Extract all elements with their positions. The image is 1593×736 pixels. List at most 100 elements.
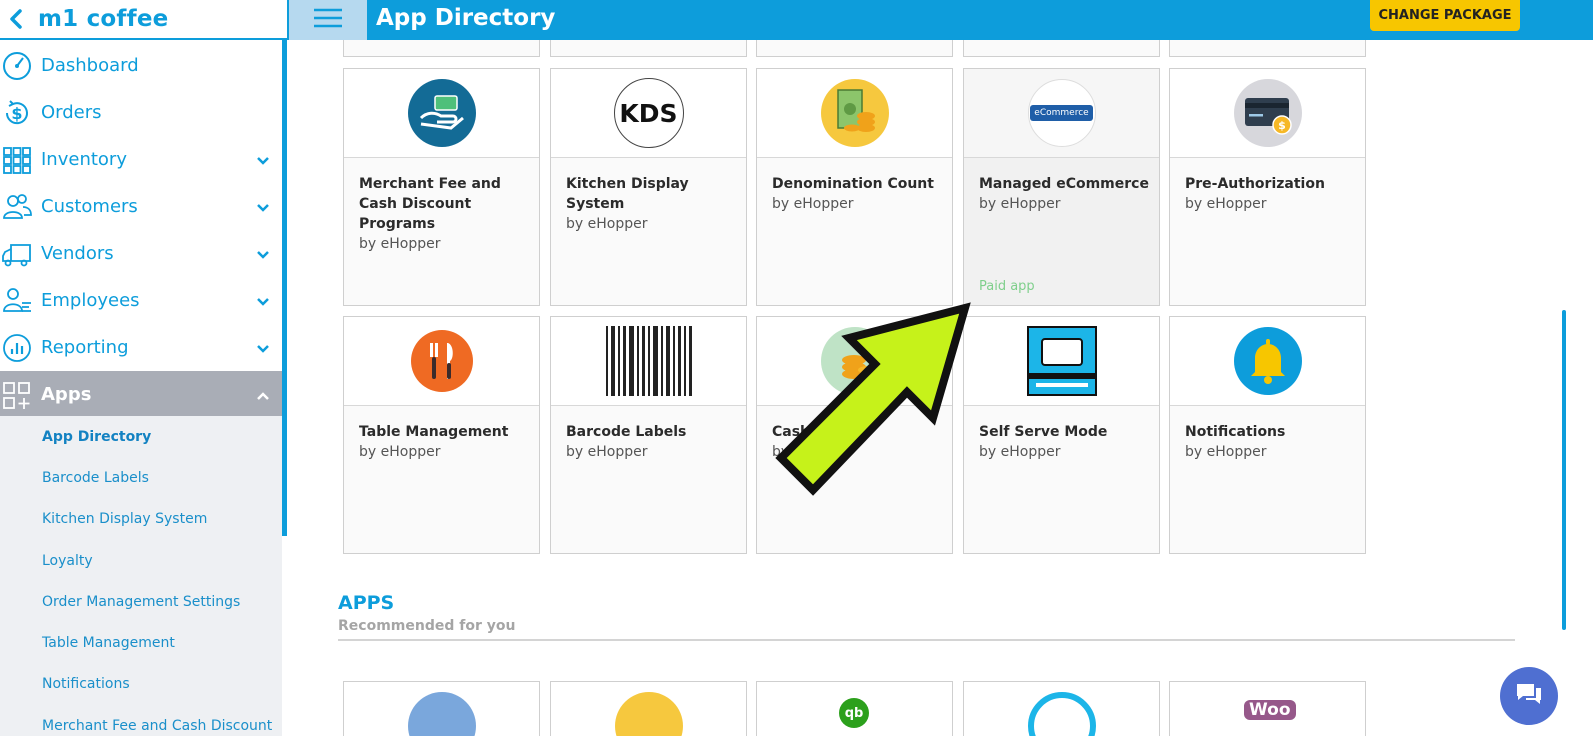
recommended-app-card[interactable]: Woo bbox=[1169, 681, 1366, 736]
orders-dollar-icon: $ bbox=[0, 96, 34, 130]
nav-label: Apps bbox=[41, 384, 92, 405]
apps-subnav: App Directory Barcode Labels Kitchen Dis… bbox=[0, 416, 282, 736]
app-title-block: Pre-Authorization by eHopper bbox=[1185, 174, 1360, 214]
nav-label: Customers bbox=[41, 196, 138, 217]
app-card-table-management[interactable]: Table Management by eHopper bbox=[343, 316, 540, 554]
nav-label: Orders bbox=[41, 102, 102, 123]
app-thumb bbox=[964, 317, 1159, 406]
main-nav: Dashboard $ Orders Inventory Customers V… bbox=[0, 42, 282, 418]
app-thumb bbox=[551, 317, 746, 406]
app-author: by eHopper bbox=[1185, 196, 1267, 212]
quickbooks-icon: qb bbox=[839, 698, 869, 728]
app-title-block: Cash by bbox=[772, 422, 947, 462]
app-directory-content: Merchant Fee and Cash Discount Programs … bbox=[287, 40, 1593, 736]
self-serve-kiosk-icon bbox=[1026, 326, 1097, 396]
store-header: m1 coffee bbox=[0, 0, 287, 40]
app-title-block: Barcode Labels by eHopper bbox=[566, 422, 741, 462]
app-card-partial[interactable] bbox=[550, 40, 747, 57]
woocommerce-icon-text: Woo bbox=[1249, 700, 1291, 720]
notifications-bell-icon bbox=[1233, 327, 1302, 395]
subnav-loyalty[interactable]: Loyalty bbox=[0, 540, 282, 581]
app-card-pre-authorization[interactable]: $ Pre-Authorization by eHopper bbox=[1169, 68, 1366, 306]
app-author: by eHopper bbox=[979, 196, 1061, 212]
app-title: Denomination Count bbox=[772, 176, 934, 192]
recommended-app-card[interactable] bbox=[550, 681, 747, 736]
app-card-self-serve-mode[interactable]: Self Serve Mode by eHopper bbox=[963, 316, 1160, 554]
app-card-barcode-labels[interactable]: Barcode Labels by eHopper bbox=[550, 316, 747, 554]
hamburger-icon bbox=[312, 7, 344, 33]
nav-orders[interactable]: $ Orders bbox=[0, 89, 282, 136]
app-thumb: $ bbox=[1170, 69, 1365, 158]
recommended-app-card[interactable] bbox=[343, 681, 540, 736]
app-card-denomination-count[interactable]: Denomination Count by eHopper bbox=[756, 68, 953, 306]
subnav-merchant-fee[interactable]: Merchant Fee and Cash Discount bbox=[0, 705, 282, 736]
nav-label: Dashboard bbox=[41, 55, 139, 76]
nav-label: Employees bbox=[41, 290, 140, 311]
nav-apps[interactable]: Apps bbox=[0, 371, 282, 418]
store-name[interactable]: m1 coffee bbox=[38, 6, 168, 32]
app-thumb bbox=[757, 69, 952, 158]
nav-customers[interactable]: Customers bbox=[0, 183, 282, 230]
nav-inventory[interactable]: Inventory bbox=[0, 136, 282, 183]
app-card-cash[interactable]: Cash by bbox=[756, 316, 953, 554]
app-card-managed-ecommerce[interactable]: eCommerce Managed eCommerce by eHopper P… bbox=[963, 68, 1160, 306]
app-title: Barcode Labels bbox=[566, 424, 687, 440]
app-card-notifications[interactable]: Notifications by eHopper bbox=[1169, 316, 1366, 554]
subnav-kitchen-display-system[interactable]: Kitchen Display System bbox=[0, 499, 282, 540]
app-author: by eHopper bbox=[359, 236, 441, 252]
chevron-down-icon bbox=[256, 151, 270, 170]
nav-employees[interactable]: Employees bbox=[0, 277, 282, 324]
subnav-app-directory[interactable]: App Directory bbox=[0, 416, 282, 457]
chevron-down-icon bbox=[256, 198, 270, 217]
nav-label: Vendors bbox=[41, 243, 114, 264]
app-thumb: KDS bbox=[551, 69, 746, 158]
app-card-partial[interactable] bbox=[1169, 40, 1366, 57]
recommended-sync-icon bbox=[1028, 692, 1096, 736]
app-title: Managed eCommerce bbox=[979, 176, 1149, 192]
app-title: Self Serve Mode bbox=[979, 424, 1108, 440]
barcode-icon bbox=[605, 326, 692, 396]
content-scrollbar[interactable] bbox=[1562, 310, 1566, 630]
ecommerce-icon-text: eCommerce bbox=[1030, 105, 1093, 121]
app-card-partial[interactable] bbox=[963, 40, 1160, 57]
vendors-truck-icon bbox=[0, 237, 34, 271]
change-package-button[interactable]: CHANGE PACKAGE bbox=[1370, 0, 1520, 31]
app-card-merchant-fee[interactable]: Merchant Fee and Cash Discount Programs … bbox=[343, 68, 540, 306]
reporting-chart-icon bbox=[0, 331, 34, 365]
back-chevron-icon[interactable] bbox=[2, 0, 30, 38]
subnav-notifications[interactable]: Notifications bbox=[0, 664, 282, 705]
chevron-down-icon bbox=[256, 339, 270, 358]
app-card-kitchen-display-system[interactable]: KDS Kitchen Display System by eHopper bbox=[550, 68, 747, 306]
section-divider bbox=[338, 639, 1515, 641]
recommended-app-card[interactable] bbox=[963, 681, 1160, 736]
chat-bubble-icon bbox=[1514, 681, 1544, 711]
app-title: Cash bbox=[772, 424, 811, 440]
app-card-partial[interactable] bbox=[343, 40, 540, 57]
employees-person-icon bbox=[0, 284, 34, 318]
app-author: by eHopper bbox=[1185, 444, 1267, 460]
app-author: by bbox=[772, 444, 790, 460]
app-title-block: Managed eCommerce by eHopper bbox=[979, 174, 1154, 214]
woocommerce-icon: Woo bbox=[1244, 700, 1296, 720]
quickbooks-icon-text: qb bbox=[844, 705, 864, 721]
ecommerce-icon: eCommerce bbox=[1027, 79, 1096, 147]
chevron-up-icon bbox=[256, 386, 270, 405]
recommended-app-icon bbox=[408, 692, 476, 736]
app-thumb bbox=[757, 317, 952, 406]
subnav-table-management[interactable]: Table Management bbox=[0, 622, 282, 663]
top-bar: App Directory CHANGE PACKAGE bbox=[287, 0, 1593, 40]
subnav-order-management-settings[interactable]: Order Management Settings bbox=[0, 581, 282, 622]
hamburger-menu-button[interactable] bbox=[289, 0, 367, 40]
nav-reporting[interactable]: Reporting bbox=[0, 324, 282, 371]
app-card-partial[interactable] bbox=[756, 40, 953, 57]
section-subtitle: Recommended for you bbox=[338, 618, 516, 634]
nav-vendors[interactable]: Vendors bbox=[0, 230, 282, 277]
denomination-cash-coins-icon bbox=[820, 79, 889, 147]
nav-dashboard[interactable]: Dashboard bbox=[0, 42, 282, 89]
page-title: App Directory bbox=[376, 5, 556, 31]
recommended-app-card[interactable]: qb bbox=[756, 681, 953, 736]
app-author: by eHopper bbox=[566, 444, 648, 460]
chat-support-button[interactable] bbox=[1500, 667, 1558, 725]
subnav-barcode-labels[interactable]: Barcode Labels bbox=[0, 457, 282, 498]
app-thumb bbox=[1170, 317, 1365, 406]
